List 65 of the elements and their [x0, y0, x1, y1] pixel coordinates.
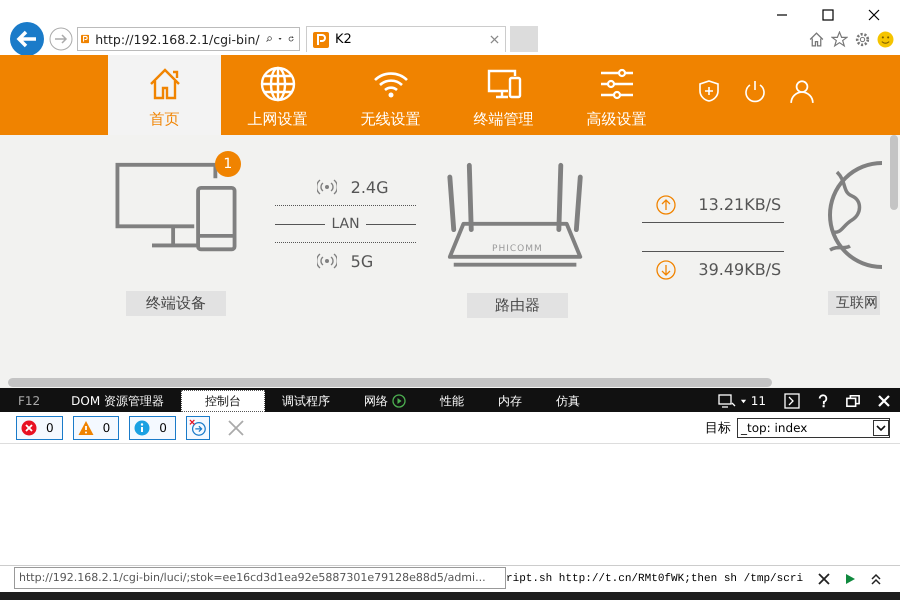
filter-toggle[interactable]: 0 [129, 416, 176, 440]
devtools-tab[interactable]: 内存 [481, 390, 540, 412]
expand-icon[interactable] [870, 573, 882, 585]
globe-icon [828, 161, 882, 269]
run-icon[interactable] [844, 573, 856, 585]
scrollbar-thumb[interactable] [890, 135, 898, 210]
devtools-tab[interactable]: 仿真 [539, 390, 598, 412]
back-button[interactable] [9, 21, 45, 57]
count-badge: 1 [214, 151, 241, 177]
band-label: 2.4G [350, 178, 388, 196]
wireless-signal-icon [316, 253, 337, 269]
warning-icon [78, 420, 94, 436]
router-label: 路由器 [466, 293, 568, 318]
target-dropdown[interactable]: _top: index [737, 418, 890, 438]
target-label: 目标 [705, 420, 731, 436]
filter-toggle[interactable]: 0 [16, 416, 63, 440]
download-icon [656, 260, 676, 280]
scrollbar-thumb[interactable] [8, 378, 772, 387]
tooltip: http://192.168.2.1/cgi-bin/luci/;stok=ee16cd3d1ea92e5887301e79128e88d5/admi... [14, 567, 506, 589]
forward-button[interactable] [49, 27, 73, 51]
band-label: LAN [330, 216, 361, 232]
console-input[interactable]: ript.sh http://t.cn/RMt0fWK;then sh /tmp/scri [506, 573, 804, 585]
info-icon [134, 420, 150, 436]
brand-text: PHICOMM [492, 244, 543, 254]
tab-title: K2 [335, 32, 353, 47]
band-label: 5G [350, 252, 374, 270]
star-icon[interactable] [831, 30, 848, 48]
device-label: 终端设备 [126, 291, 226, 316]
devtools-tab[interactable]: 性能 [423, 390, 482, 412]
help-icon[interactable] [818, 394, 828, 408]
devtools-tab[interactable]: 网络 [347, 390, 424, 412]
wireless-signal-icon [316, 179, 337, 195]
address-bar[interactable]: http://192.168.2.1/cgi-bin/ [77, 27, 300, 51]
console-icon[interactable] [784, 393, 800, 409]
devtools-tab[interactable]: DOM 资源管理器 [54, 390, 182, 412]
shortcut-label: F12 [17, 394, 42, 408]
upload-icon [656, 194, 676, 214]
error-icon [21, 420, 37, 436]
browser-tab[interactable]: K2 [306, 26, 506, 52]
speed-value: 39.49KB/S [698, 260, 782, 279]
monitor-icon [718, 394, 736, 408]
caret-icon [740, 398, 747, 404]
speed-value: 13.21KB/S [698, 195, 782, 214]
navigate-icon [188, 418, 207, 436]
devtools-tab[interactable]: 调试程序 [265, 390, 348, 412]
site-logo-icon [313, 32, 329, 48]
clear-on-navigate-button[interactable] [186, 416, 210, 440]
shield-icon[interactable] [697, 79, 721, 103]
close-icon [868, 9, 880, 21]
user-icon[interactable] [789, 78, 815, 104]
clear-icon[interactable] [228, 420, 244, 436]
internet-label: 互联网 [828, 291, 880, 315]
power-icon[interactable] [743, 79, 767, 103]
home-icon[interactable] [808, 30, 825, 48]
settings-icon[interactable] [854, 30, 871, 48]
close-icon[interactable] [818, 573, 830, 585]
devtools-tab[interactable]: 控制台 [181, 390, 266, 412]
smiley-icon[interactable] [877, 30, 894, 48]
play-icon [392, 394, 406, 408]
maximize-icon [822, 9, 834, 21]
caret-icon [873, 420, 889, 436]
url-text: http://192.168.2.1/cgi-bin/ [95, 32, 260, 46]
undock-icon[interactable] [846, 394, 860, 408]
filter-toggle[interactable]: 0 [72, 416, 120, 440]
document-mode-button[interactable]: 11 [718, 394, 766, 408]
